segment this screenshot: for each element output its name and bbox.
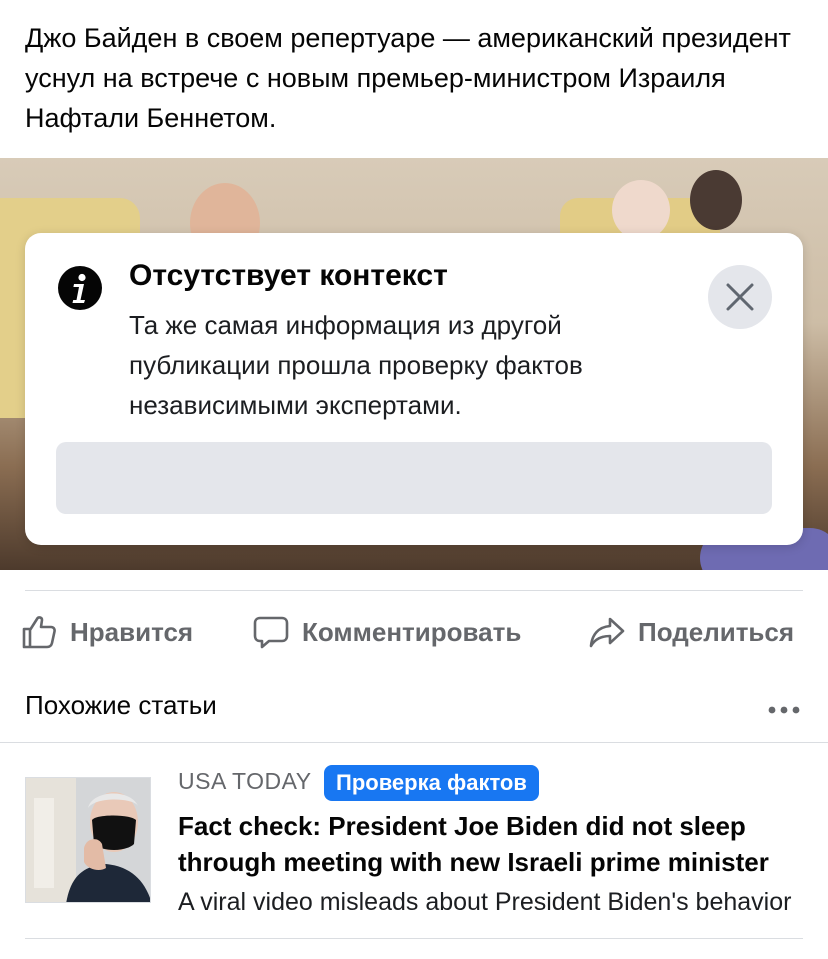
share-label: Поделиться [638, 616, 795, 647]
comment-label: Комментировать [302, 616, 522, 647]
post-text: Джо Байден в своем репертуаре — американ… [25, 23, 791, 133]
like-label: Нравится [70, 616, 194, 647]
article-title-line2: through meeting with new Israeli prime m… [178, 847, 769, 877]
divider [25, 590, 803, 591]
fact-check-badge: Проверка фактов [324, 765, 539, 801]
close-button[interactable] [708, 265, 772, 329]
share-icon [589, 617, 625, 648]
divider [25, 938, 803, 939]
photo-head-right [612, 180, 670, 240]
see-why-button[interactable] [56, 442, 772, 514]
fact-check-overlay: Отсутствует контекст Та же самая информа… [25, 233, 803, 545]
more-options-button[interactable] [766, 700, 802, 720]
thumbs-up-icon [22, 616, 56, 649]
like-button[interactable]: Нравится [20, 602, 193, 662]
divider [0, 742, 828, 743]
overlay-title: Отсутствует контекст [129, 259, 448, 292]
close-icon [726, 283, 754, 311]
article-description: A viral video misleads about President B… [178, 888, 792, 916]
biden-photo-icon [26, 778, 150, 902]
article-source: USA TODAY [178, 768, 312, 794]
article-title-line1: Fact check: President Joe Biden did not … [178, 811, 746, 841]
comment-button[interactable]: Комментировать [252, 602, 521, 662]
share-button[interactable]: Поделиться [588, 602, 794, 662]
article-title[interactable]: Fact check: President Joe Biden did not … [178, 808, 804, 880]
info-icon [57, 265, 103, 311]
more-icon [768, 706, 800, 714]
comment-icon [253, 616, 289, 649]
photo-bust [690, 170, 742, 230]
article-thumbnail[interactable] [25, 777, 151, 903]
action-bar: Нравится Комментировать Поделиться [0, 602, 828, 662]
overlay-body: Та же самая информация из другой публика… [129, 310, 583, 420]
related-articles-title: Похожие статьи [25, 690, 217, 720]
